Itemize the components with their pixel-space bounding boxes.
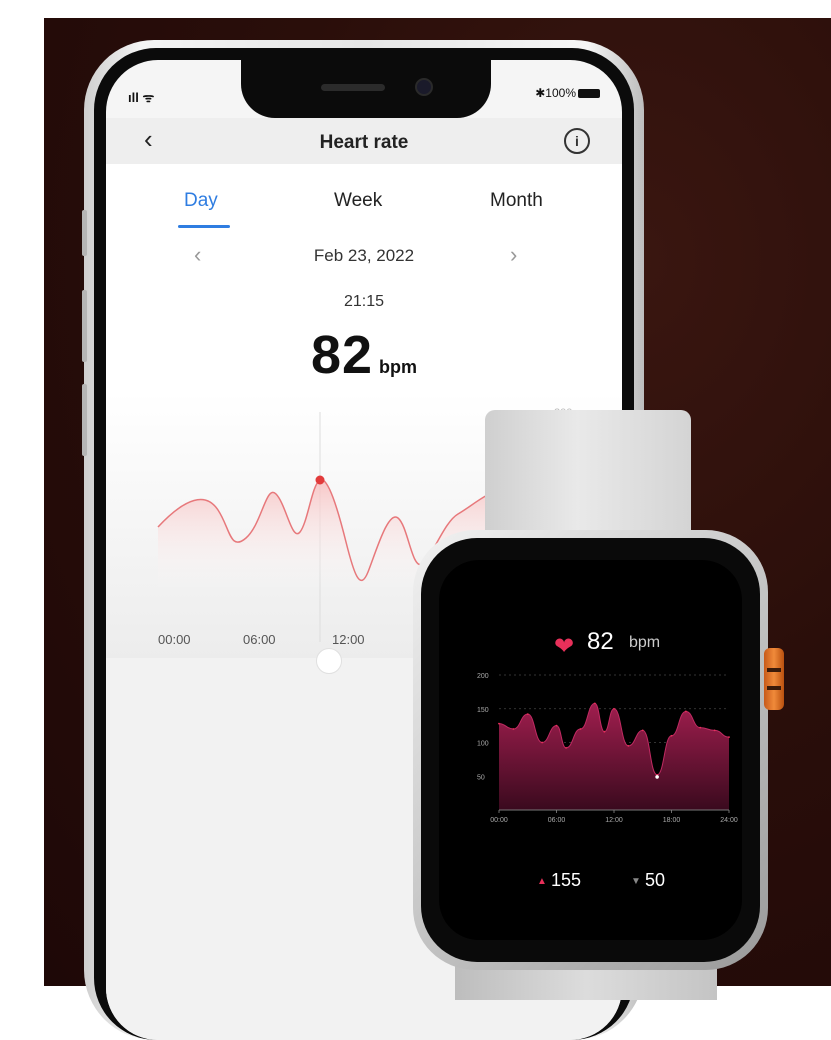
- tab-day[interactable]: Day: [184, 190, 218, 212]
- watch-point-15: [699, 726, 702, 729]
- battery-status: ✱100%: [535, 86, 600, 100]
- chart-scroll-handle[interactable]: [316, 648, 342, 674]
- front-camera: [415, 78, 433, 96]
- watch-min-marker: [655, 775, 659, 779]
- tab-month[interactable]: Month: [490, 190, 543, 212]
- active-tab-indicator: [178, 225, 230, 228]
- watch-area-fill: [499, 703, 729, 810]
- watch-y-tick-1: 150: [477, 707, 489, 714]
- watch-y-tick-2: 100: [477, 741, 489, 748]
- watch-point-7: [593, 702, 596, 705]
- watch-point-1: [512, 728, 515, 730]
- watch-y-tick-0: 200: [477, 673, 489, 680]
- watch-screen: ❤ 82 bpm 200 150 100 50 00:00 06:00 12:00 18:00…: [439, 560, 742, 940]
- phone-volume-down: [82, 384, 87, 456]
- watch-x-tick-1: 06:00: [548, 817, 566, 824]
- min-down-icon: ▼: [631, 876, 641, 887]
- watch-x-tick-3: 18:00: [663, 817, 681, 824]
- x-tick-0: 00:00: [158, 632, 191, 647]
- watch-point-11: [641, 729, 644, 732]
- reading-value: 82 bpm: [106, 324, 622, 386]
- info-icon[interactable]: i: [564, 128, 590, 154]
- reading-time: 21:15: [343, 293, 385, 310]
- smartwatch: ❤ 82 bpm 200 150 100 50 00:00 06:00 12:00 18:00…: [413, 530, 768, 970]
- watch-crown[interactable]: [764, 648, 784, 710]
- signal-wifi-status: ıll ᯤ: [128, 90, 155, 105]
- watch-heart-rate-chart: 200 150 100 50 00:00 06:00 12:00 18:00 24:00: [477, 673, 738, 824]
- battery-label: ✱100%: [535, 86, 576, 100]
- watch-point-0: [498, 722, 500, 725]
- watch-y-tick-3: 50: [477, 774, 485, 781]
- watch-point-13: [670, 734, 673, 737]
- nav-bar: ‹ Heart rate i: [106, 118, 622, 164]
- watch-x-tick-0: 00:00: [490, 817, 508, 824]
- selected-point: [315, 475, 325, 485]
- max-value: 155: [551, 870, 582, 890]
- watch-point-5: [565, 747, 567, 749]
- x-tick-1: 06:00: [243, 632, 276, 647]
- watch-bezel: ❤ 82 bpm 200 150 100 50 00:00 06:00 12:00 18:00…: [421, 538, 760, 962]
- watch-point-4: [555, 724, 558, 727]
- bpm-unit: bpm: [379, 357, 418, 377]
- page-title: Heart rate: [319, 132, 409, 153]
- phone-side-button: [82, 210, 87, 256]
- battery-icon: [578, 89, 600, 99]
- watch-x-tick-2: 12:00: [605, 817, 623, 824]
- watch-point-6: [579, 728, 582, 730]
- watch-point-17: [728, 736, 730, 738]
- notch: [241, 60, 491, 118]
- watch-point-16: [713, 729, 716, 732]
- min-value: 50: [645, 870, 666, 890]
- watch-point-10: [627, 744, 630, 747]
- watch-x-tick-4: 24:00: [720, 817, 738, 824]
- watch-point-9: [613, 707, 615, 710]
- phone-volume-up: [82, 290, 87, 362]
- bpm-value: 82: [310, 325, 374, 385]
- watch-point-8: [603, 730, 606, 733]
- next-date-icon[interactable]: ›: [510, 242, 517, 268]
- speaker-grille: [321, 84, 385, 91]
- watch-point-2: [526, 713, 529, 716]
- x-tick-2: 12:00: [332, 632, 365, 647]
- date-label: Feb 23, 2022: [313, 246, 415, 265]
- tab-week[interactable]: Week: [334, 190, 382, 212]
- watch-point-3: [541, 741, 544, 744]
- max-up-icon: ▲: [537, 876, 547, 887]
- watch-point-14: [684, 710, 687, 713]
